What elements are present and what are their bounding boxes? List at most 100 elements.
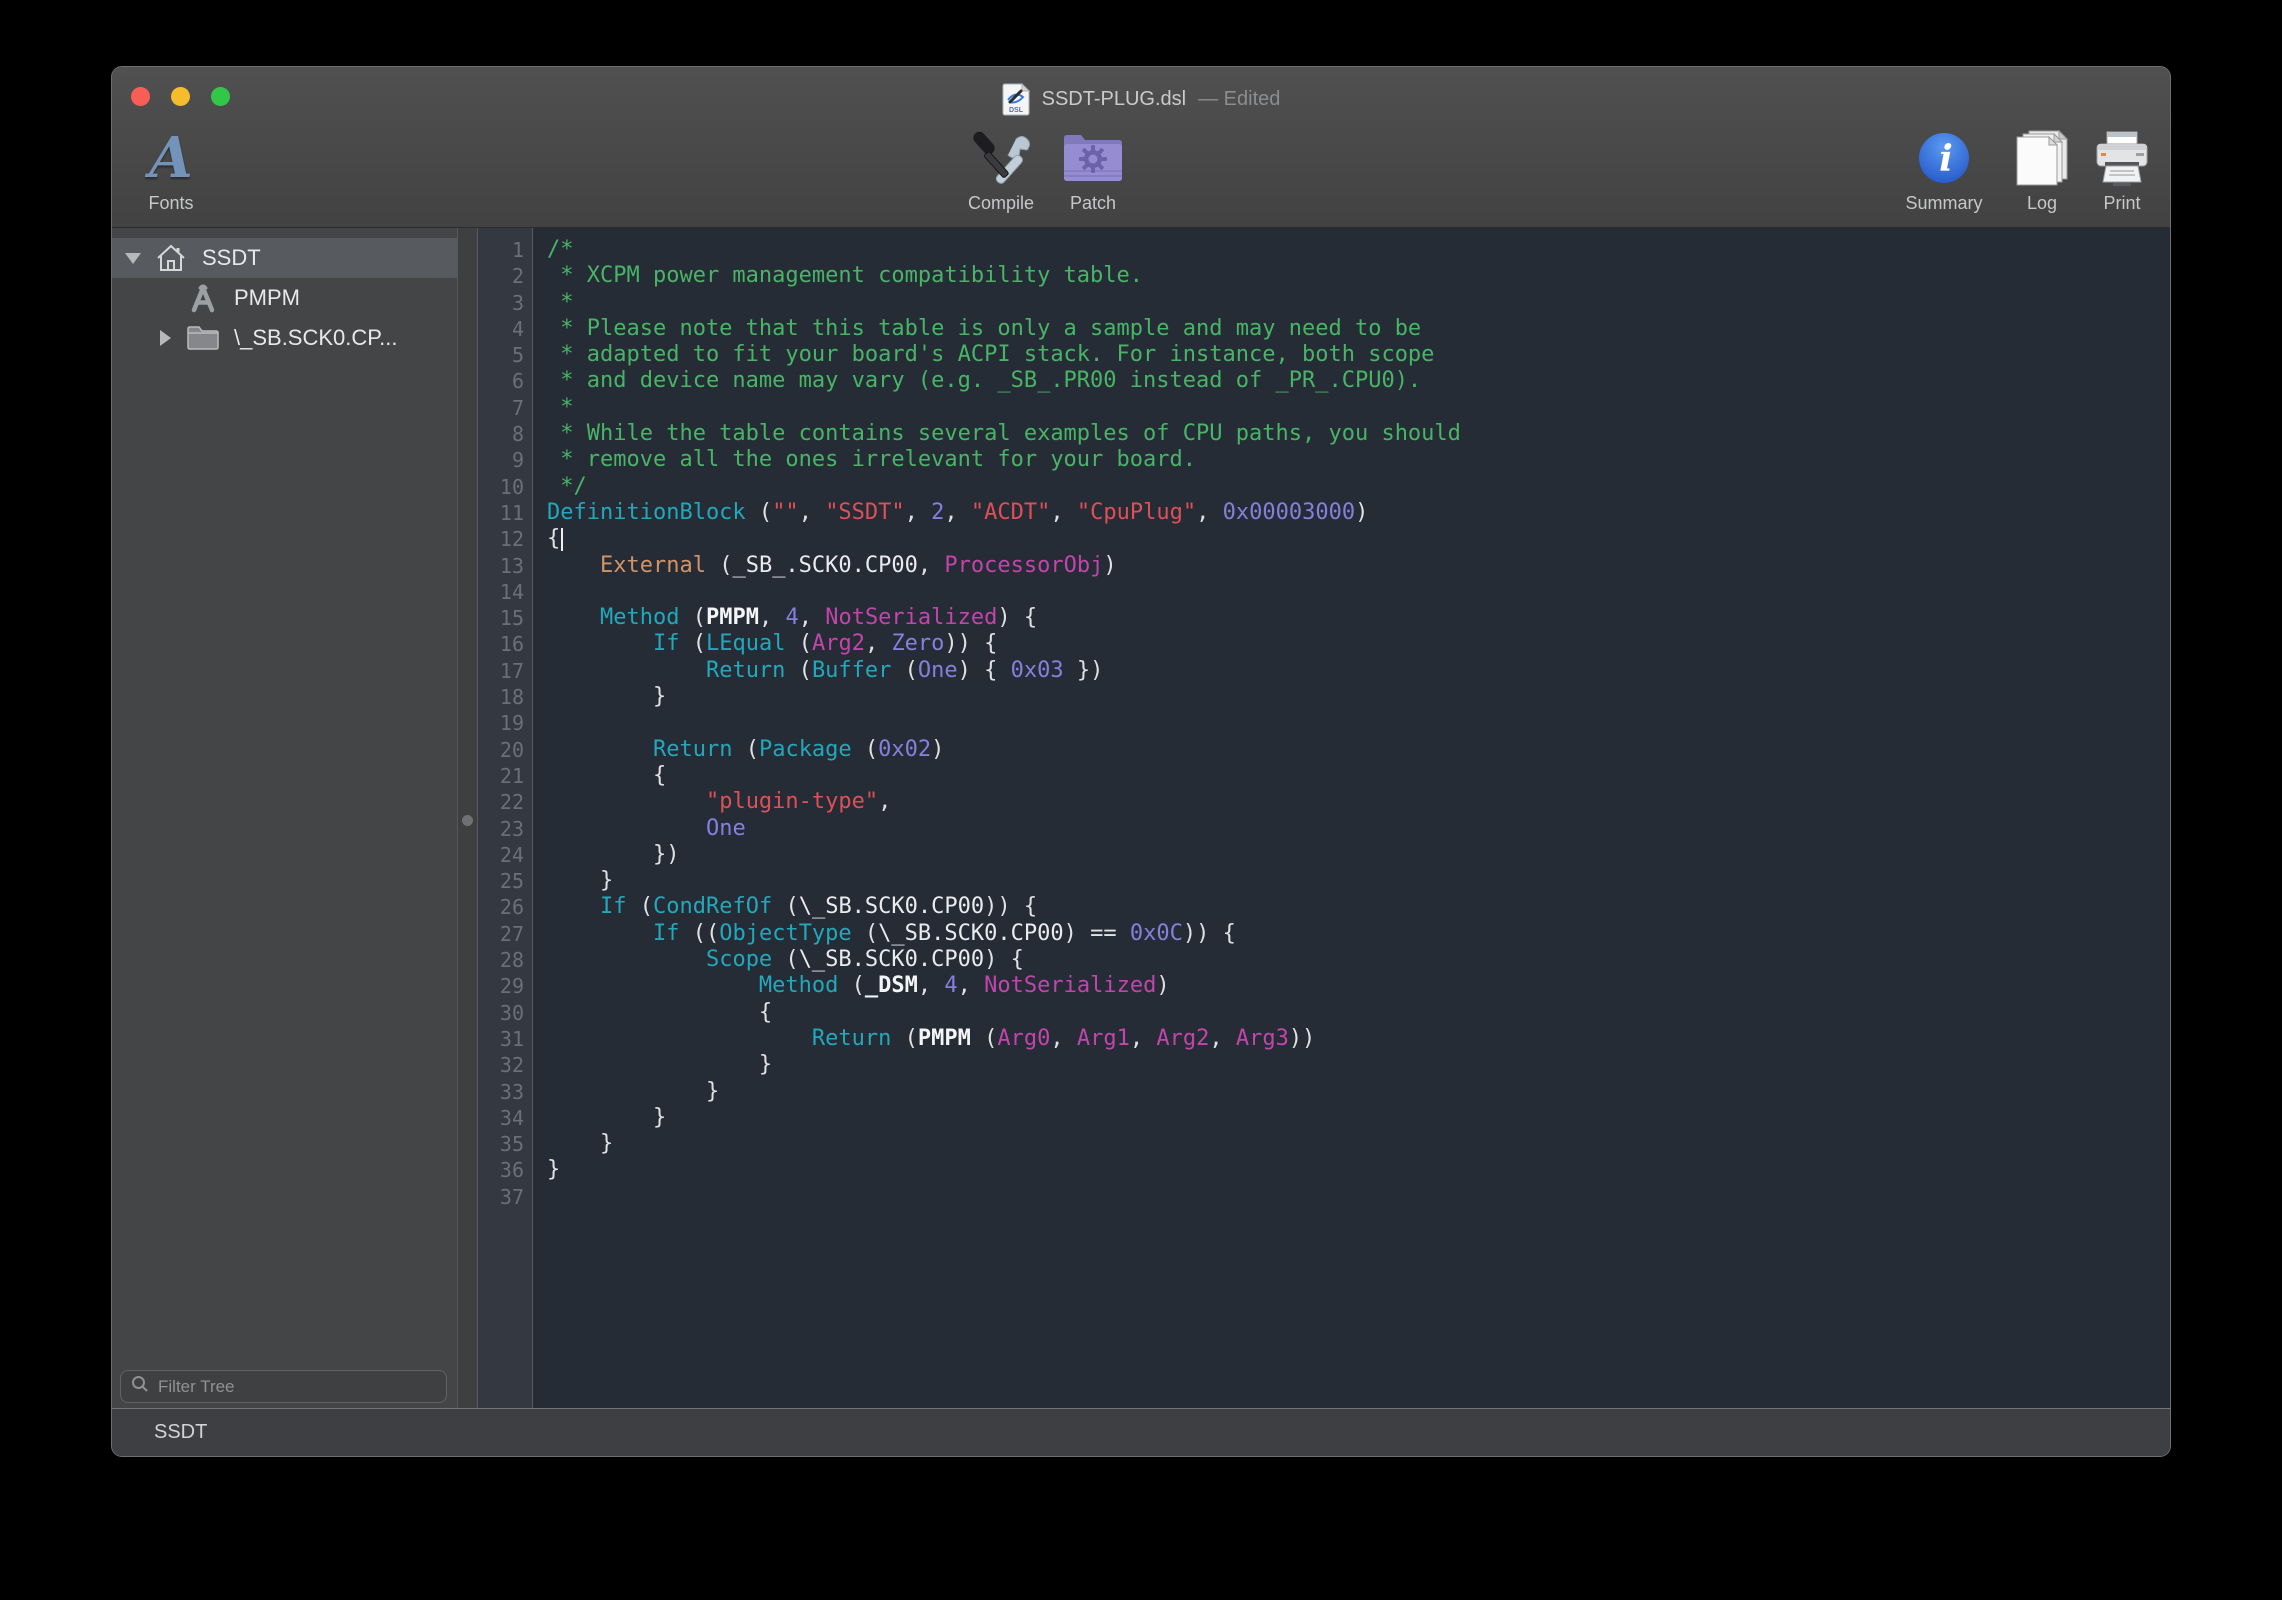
- tree-item-ssdt[interactable]: SSDT: [112, 238, 457, 278]
- code-line[interactable]: 32 }: [478, 1052, 2170, 1078]
- tree-item-label: \_SB.SCK0.CP...: [234, 325, 397, 351]
- code-line[interactable]: 37: [478, 1184, 2170, 1210]
- method-icon: [186, 282, 220, 314]
- house-icon: [154, 242, 188, 274]
- code-line[interactable]: 35 }: [478, 1131, 2170, 1157]
- line-number: 15: [478, 605, 532, 631]
- fonts-icon: A: [149, 125, 192, 191]
- patch-label: Patch: [1070, 193, 1116, 214]
- code-line[interactable]: 16 If (LEqual (Arg2, Zero)) {: [478, 631, 2170, 657]
- line-number: 7: [478, 395, 532, 421]
- code-line[interactable]: 7 *: [478, 395, 2170, 421]
- code-line[interactable]: 36}: [478, 1157, 2170, 1183]
- disclosure-right-icon[interactable]: [157, 330, 173, 346]
- fonts-button[interactable]: A Fonts: [111, 125, 241, 221]
- line-number: 27: [478, 921, 532, 947]
- code-line[interactable]: 33 }: [478, 1079, 2170, 1105]
- code-line[interactable]: 5 * adapted to fit your board's ACPI sta…: [478, 342, 2170, 368]
- code-line[interactable]: 12{: [478, 526, 2170, 552]
- code-line[interactable]: 21 {: [478, 763, 2170, 789]
- code-line[interactable]: 10 */: [478, 474, 2170, 500]
- code-line[interactable]: 27 If ((ObjectType (\_SB.SCK0.CP00) == 0…: [478, 921, 2170, 947]
- code-line[interactable]: 19: [478, 710, 2170, 736]
- document-icon: DSL: [1002, 83, 1030, 116]
- search-icon: [131, 1375, 149, 1398]
- window-header: DSL SSDT-PLUG.dsl — Edited A Fonts: [112, 67, 2170, 228]
- line-number: 18: [478, 684, 532, 710]
- line-number: 2: [478, 263, 532, 289]
- code-line[interactable]: 11DefinitionBlock ("", "SSDT", 2, "ACDT"…: [478, 500, 2170, 526]
- code-line[interactable]: 8 * While the table contains several exa…: [478, 421, 2170, 447]
- line-number: 21: [478, 763, 532, 789]
- summary-info-icon: i: [1917, 125, 1971, 191]
- line-number: 25: [478, 868, 532, 894]
- code-line[interactable]: 34 }: [478, 1105, 2170, 1131]
- code-line[interactable]: 2 * XCPM power management compatibility …: [478, 263, 2170, 289]
- line-number: 31: [478, 1026, 532, 1052]
- text-caret: [561, 528, 563, 551]
- navigation-tree: SSDT PMPM \_SB.SCK0.CP...: [112, 228, 457, 358]
- tree-item-sbsck0cp[interactable]: \_SB.SCK0.CP...: [112, 318, 457, 358]
- summary-label: Summary: [1905, 193, 1982, 214]
- fonts-label: Fonts: [148, 193, 193, 214]
- code-line[interactable]: 20 Return (Package (0x02): [478, 737, 2170, 763]
- sidebar: SSDT PMPM \_SB.SCK0.CP... Filter Tree: [112, 228, 457, 1408]
- code-line[interactable]: 18 }: [478, 684, 2170, 710]
- status-scope-text: SSDT: [154, 1421, 207, 1444]
- line-number: 4: [478, 316, 532, 342]
- folder-icon: [186, 322, 220, 354]
- line-number: 17: [478, 658, 532, 684]
- disclosure-down-icon[interactable]: [125, 250, 141, 266]
- pane-splitter[interactable]: [457, 228, 478, 1408]
- line-number: 13: [478, 553, 532, 579]
- code-line[interactable]: 29 Method (_DSM, 4, NotSerialized): [478, 973, 2170, 999]
- line-number: 9: [478, 447, 532, 473]
- tree-item-label: SSDT: [202, 245, 261, 271]
- line-number: 29: [478, 973, 532, 999]
- code-line[interactable]: 31 Return (PMPM (Arg0, Arg1, Arg2, Arg3)…: [478, 1026, 2170, 1052]
- line-number: 30: [478, 1000, 532, 1026]
- line-number: 32: [478, 1052, 532, 1078]
- code-line[interactable]: 26 If (CondRefOf (\_SB.SCK0.CP00)) {: [478, 894, 2170, 920]
- code-area[interactable]: 1/*2 * XCPM power management compatibili…: [478, 228, 2170, 1408]
- line-number: 23: [478, 816, 532, 842]
- line-number: 28: [478, 947, 532, 973]
- line-number: 16: [478, 631, 532, 657]
- code-line[interactable]: 4 * Please note that this table is only …: [478, 316, 2170, 342]
- code-line[interactable]: 28 Scope (\_SB.SCK0.CP00) {: [478, 947, 2170, 973]
- app-window: DSL SSDT-PLUG.dsl — Edited A Fonts: [111, 66, 2171, 1457]
- print-button[interactable]: Print: [2052, 125, 2171, 221]
- code-line[interactable]: 25 }: [478, 868, 2170, 894]
- window-title-edited: — Edited: [1198, 88, 1280, 111]
- line-number: 24: [478, 842, 532, 868]
- line-number: 3: [478, 290, 532, 316]
- code-line[interactable]: 14: [478, 579, 2170, 605]
- line-number: 36: [478, 1157, 532, 1183]
- code-line[interactable]: 1/*: [478, 237, 2170, 263]
- code-line[interactable]: 24 }): [478, 842, 2170, 868]
- code-line[interactable]: 30 {: [478, 1000, 2170, 1026]
- titlebar: DSL SSDT-PLUG.dsl — Edited: [112, 79, 2170, 119]
- code-line[interactable]: 6 * and device name may vary (e.g. _SB_.…: [478, 368, 2170, 394]
- line-number: 37: [478, 1184, 532, 1210]
- code-editor[interactable]: 1/*2 * XCPM power management compatibili…: [478, 228, 2170, 1408]
- code-line[interactable]: 13 External (_SB_.SCK0.CP00, ProcessorOb…: [478, 553, 2170, 579]
- line-number: 8: [478, 421, 532, 447]
- code-line[interactable]: 23 One: [478, 816, 2170, 842]
- filter-tree-field[interactable]: Filter Tree: [120, 1370, 447, 1403]
- line-number: 22: [478, 789, 532, 815]
- line-number: 19: [478, 710, 532, 736]
- code-line[interactable]: 17 Return (Buffer (One) { 0x03 }): [478, 658, 2170, 684]
- status-bar: SSDT: [112, 1408, 2170, 1456]
- print-label: Print: [2103, 193, 2140, 214]
- line-number: 26: [478, 894, 532, 920]
- window-title: SSDT-PLUG.dsl: [1042, 88, 1186, 111]
- patch-button[interactable]: Patch: [1023, 125, 1163, 221]
- line-number: 34: [478, 1105, 532, 1131]
- code-line[interactable]: 22 "plugin-type",: [478, 789, 2170, 815]
- code-line[interactable]: 9 * remove all the ones irrelevant for y…: [478, 447, 2170, 473]
- tree-item-pmpm[interactable]: PMPM: [112, 278, 457, 318]
- line-number: 6: [478, 368, 532, 394]
- code-line[interactable]: 3 *: [478, 290, 2170, 316]
- code-line[interactable]: 15 Method (PMPM, 4, NotSerialized) {: [478, 605, 2170, 631]
